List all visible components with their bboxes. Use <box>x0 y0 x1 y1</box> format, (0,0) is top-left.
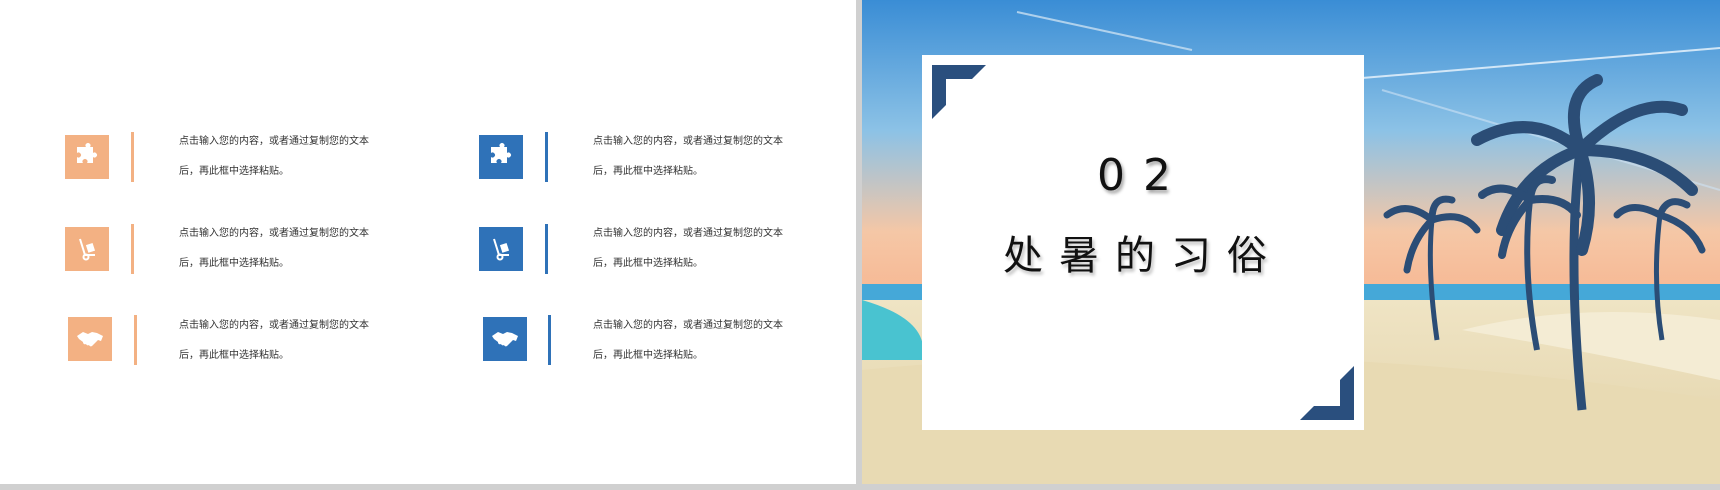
puzzle-icon <box>479 135 523 179</box>
corner-bracket-bottom-right <box>1300 366 1354 420</box>
hand-truck-icon <box>65 227 109 271</box>
handshake-icon <box>483 317 527 361</box>
handshake-icon <box>68 317 112 361</box>
divider-bar <box>545 224 548 274</box>
puzzle-icon <box>65 135 109 179</box>
list-item-text: 点击输入您的内容，或者通过复制您的文本 后，再此框中选择粘贴。 <box>593 320 783 361</box>
hand-truck-icon <box>479 227 523 271</box>
list-item-text: 点击输入您的内容，或者通过复制您的文本 后，再此框中选择粘贴。 <box>179 320 369 361</box>
divider-bar <box>548 315 551 365</box>
divider-bar <box>131 224 134 274</box>
list-item-text: 点击输入您的内容，或者通过复制您的文本 后，再此框中选择粘贴。 <box>179 136 369 177</box>
divider-bar <box>134 315 137 365</box>
content-slide: 点击输入您的内容，或者通过复制您的文本 后，再此框中选择粘贴。 点击输入您的内容，… <box>0 0 856 484</box>
list-item-text: 点击输入您的内容，或者通过复制您的文本 后，再此框中选择粘贴。 <box>593 136 783 177</box>
divider-bar <box>131 132 134 182</box>
corner-bracket-top-left <box>932 65 986 119</box>
list-item-text: 点击输入您的内容，或者通过复制您的文本 后，再此框中选择粘贴。 <box>593 228 783 269</box>
section-title-slide: 02 处暑的习俗 <box>862 0 1720 484</box>
section-number: 02 <box>1097 150 1189 201</box>
section-title: 处暑的习俗 <box>1003 233 1283 279</box>
list-item-text: 点击输入您的内容，或者通过复制您的文本 后，再此框中选择粘贴。 <box>179 228 369 269</box>
section-card: 02 处暑的习俗 <box>922 55 1364 430</box>
divider-bar <box>545 132 548 182</box>
